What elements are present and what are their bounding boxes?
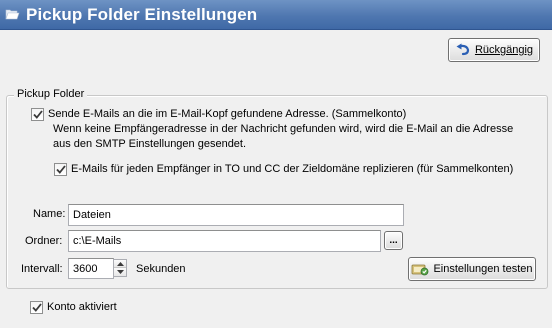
send-to-header-address-checkbox[interactable] xyxy=(31,108,44,121)
folder-input[interactable]: c:\E-Mails xyxy=(68,230,381,252)
settings-test-icon xyxy=(412,264,429,276)
arrow-up-icon xyxy=(116,261,124,266)
replicate-recipients-label: E-Mails für jeden Empfänger in TO und CC… xyxy=(71,163,514,175)
undo-arrow-icon xyxy=(456,43,470,56)
name-input[interactable]: Dateien xyxy=(68,204,404,226)
undo-button[interactable]: Rückgängig xyxy=(448,38,540,62)
interval-unit: Sekunden xyxy=(136,263,186,275)
test-settings-button[interactable]: Einstellungen testen xyxy=(408,257,536,281)
name-label: Name: xyxy=(33,208,66,220)
interval-input[interactable]: 3600 xyxy=(68,258,114,279)
title-bar: Pickup Folder Einstellungen xyxy=(0,0,552,30)
account-enabled-checkbox[interactable] xyxy=(30,301,43,314)
browse-folder-button[interactable]: ... xyxy=(384,231,403,250)
spin-down-button[interactable] xyxy=(114,268,126,276)
window-title: Pickup Folder Einstellungen xyxy=(26,5,258,24)
interval-spinner[interactable] xyxy=(113,259,127,277)
checkmark-icon xyxy=(31,303,42,312)
account-enabled-label: Konto aktiviert xyxy=(47,301,117,313)
undo-button-label: Rückgängig xyxy=(474,44,534,56)
checkmark-icon xyxy=(55,165,66,174)
send-hint-line1: Wenn keine Empfängeradresse in der Nachr… xyxy=(53,123,514,135)
folder-open-icon xyxy=(5,9,20,20)
folder-label: Ordner: xyxy=(25,235,63,247)
send-to-header-address-label: Sende E-Mails an die im E-Mail-Kopf gefu… xyxy=(48,108,407,120)
checkmark-icon xyxy=(32,110,43,119)
spin-up-button[interactable] xyxy=(114,260,126,268)
test-settings-label: Einstellungen testen xyxy=(433,263,533,275)
send-hint-line2: aus den SMTP Einstellungen gesendet. xyxy=(53,138,247,150)
group-legend: Pickup Folder xyxy=(14,88,88,100)
replicate-recipients-checkbox[interactable] xyxy=(54,163,67,176)
arrow-down-icon xyxy=(116,270,124,274)
interval-label: Intervall: xyxy=(21,263,63,275)
